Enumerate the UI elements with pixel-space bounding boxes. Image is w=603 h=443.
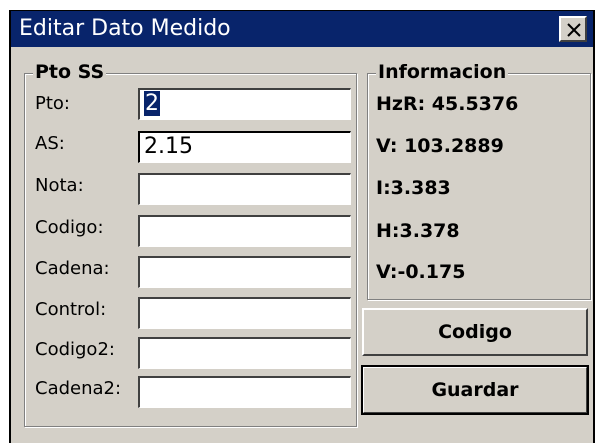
cadena2-label: Cadena2: bbox=[35, 378, 122, 399]
info-h: H:3.378 bbox=[376, 220, 460, 242]
close-icon bbox=[567, 23, 581, 37]
info-v-diff: V:-0.175 bbox=[376, 261, 466, 283]
edit-measured-data-dialog: Editar Dato Medido Pto SS Pto: 2 AS: 2.1… bbox=[9, 10, 595, 443]
nota-field[interactable] bbox=[138, 173, 351, 205]
title-bar: Editar Dato Medido bbox=[11, 11, 593, 47]
cadena-field[interactable] bbox=[138, 256, 351, 288]
cadena2-field[interactable] bbox=[138, 376, 351, 408]
pto-field-value: 2 bbox=[144, 91, 160, 116]
info-v: V: 103.2889 bbox=[376, 135, 504, 157]
pto-label: Pto: bbox=[35, 93, 70, 114]
info-hzr: HzR: 45.5376 bbox=[376, 93, 519, 115]
codigo2-field[interactable] bbox=[138, 337, 351, 369]
as-label: AS: bbox=[35, 133, 65, 154]
codigo-label: Codigo: bbox=[35, 217, 104, 238]
control-field[interactable] bbox=[138, 297, 351, 329]
codigo-field[interactable] bbox=[138, 215, 351, 247]
pto-ss-group: Pto SS Pto: 2 AS: 2.15 Nota: Codigo: Cad… bbox=[24, 60, 357, 427]
pto-ss-group-label: Pto SS bbox=[33, 60, 107, 84]
close-button[interactable] bbox=[559, 16, 587, 42]
control-label: Control: bbox=[35, 299, 107, 320]
informacion-group: Informacion HzR: 45.5376 V: 103.2889 I:3… bbox=[367, 60, 591, 300]
codigo2-label: Codigo2: bbox=[35, 339, 115, 360]
guardar-button[interactable]: Guardar bbox=[361, 365, 589, 415]
nota-label: Nota: bbox=[35, 175, 84, 196]
cadena-label: Cadena: bbox=[35, 258, 110, 279]
informacion-group-label: Informacion bbox=[376, 60, 509, 84]
window-title: Editar Dato Medido bbox=[19, 16, 231, 41]
codigo-button[interactable]: Codigo bbox=[362, 308, 588, 356]
pto-field[interactable]: 2 bbox=[138, 88, 351, 120]
info-i: I:3.383 bbox=[376, 177, 451, 199]
as-field[interactable]: 2.15 bbox=[138, 131, 351, 163]
